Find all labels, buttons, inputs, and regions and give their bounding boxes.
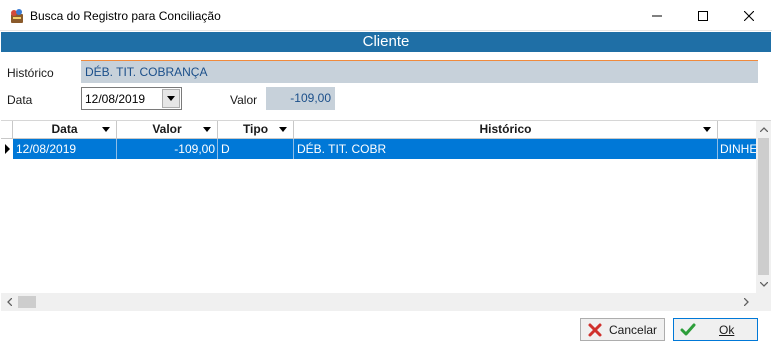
valor-field: -109,00 [266, 87, 335, 110]
date-picker[interactable]: 12/08/2019 [81, 87, 182, 110]
row-indicator-header [1, 121, 13, 139]
records-grid[interactable]: Data Valor Tipo Histórico 12/08/2019 -10… [1, 120, 771, 311]
checkmark-icon [680, 323, 696, 336]
column-dropdown-icon[interactable] [279, 127, 287, 132]
historico-field: DÉB. TIT. COBRANÇA [81, 60, 758, 83]
close-icon [744, 10, 754, 21]
ok-label: Ok [719, 323, 735, 337]
chevron-up-icon [759, 127, 768, 132]
horizontal-scrollbar[interactable] [1, 293, 771, 311]
valor-label: Valor [230, 93, 258, 107]
current-row-icon [5, 144, 10, 154]
scroll-left-button[interactable] [1, 293, 18, 311]
vertical-scrollbar[interactable] [756, 121, 771, 293]
scroll-up-button[interactable] [756, 121, 771, 138]
minimize-button[interactable] [634, 0, 680, 31]
cell-tipo[interactable]: D [218, 139, 294, 159]
scroll-down-button[interactable] [756, 276, 771, 293]
cell-extra[interactable]: DINHE [718, 139, 757, 159]
cell-historico[interactable]: DÉB. TIT. COBR [294, 139, 718, 159]
maximize-icon [698, 10, 708, 21]
column-dropdown-icon[interactable] [102, 127, 110, 132]
cancel-x-icon [588, 323, 602, 337]
app-icon [11, 9, 23, 23]
cell-valor[interactable]: -109,00 [117, 139, 218, 159]
cancel-label: Cancelar [609, 323, 658, 337]
horizontal-scroll-thumb[interactable] [18, 296, 36, 308]
column-header-historico[interactable]: Histórico [294, 121, 718, 139]
close-button[interactable] [726, 0, 772, 31]
table-row[interactable]: 12/08/2019 -109,00 D DÉB. TIT. COBR DINH… [13, 139, 757, 159]
vertical-scroll-thumb[interactable] [758, 138, 769, 275]
chevron-left-icon [7, 298, 12, 306]
title-bar: Busca do Registro para Conciliação [0, 0, 772, 31]
column-header-label: Valor [152, 122, 182, 136]
scroll-right-button[interactable] [738, 293, 755, 311]
column-dropdown-icon[interactable] [203, 127, 211, 132]
column-header-data[interactable]: Data [13, 121, 117, 139]
date-dropdown-button[interactable] [162, 89, 180, 108]
maximize-button[interactable] [680, 0, 726, 31]
cancel-button[interactable]: Cancelar [580, 318, 665, 341]
column-header-valor[interactable]: Valor [117, 121, 218, 139]
ok-button[interactable]: Ok [673, 318, 758, 341]
cell-data[interactable]: 12/08/2019 [13, 139, 117, 159]
data-label: Data [7, 93, 33, 107]
row-indicator [1, 139, 13, 159]
chevron-down-icon [759, 282, 768, 287]
grid-header: Data Valor Tipo Histórico [1, 121, 757, 139]
minimize-icon [652, 15, 662, 16]
column-header-extra[interactable] [718, 121, 757, 139]
column-header-label: Histórico [479, 122, 532, 136]
date-value[interactable]: 12/08/2019 [85, 92, 145, 106]
column-dropdown-icon[interactable] [703, 127, 711, 132]
window-title: Busca do Registro para Conciliação [30, 9, 221, 23]
column-header-label: Data [51, 122, 78, 136]
column-header-label: Tipo [242, 122, 269, 136]
section-header: Cliente [1, 32, 771, 52]
chevron-right-icon [744, 298, 749, 306]
historico-label: Histórico [7, 66, 54, 80]
chevron-down-icon [167, 96, 175, 101]
column-header-tipo[interactable]: Tipo [218, 121, 294, 139]
